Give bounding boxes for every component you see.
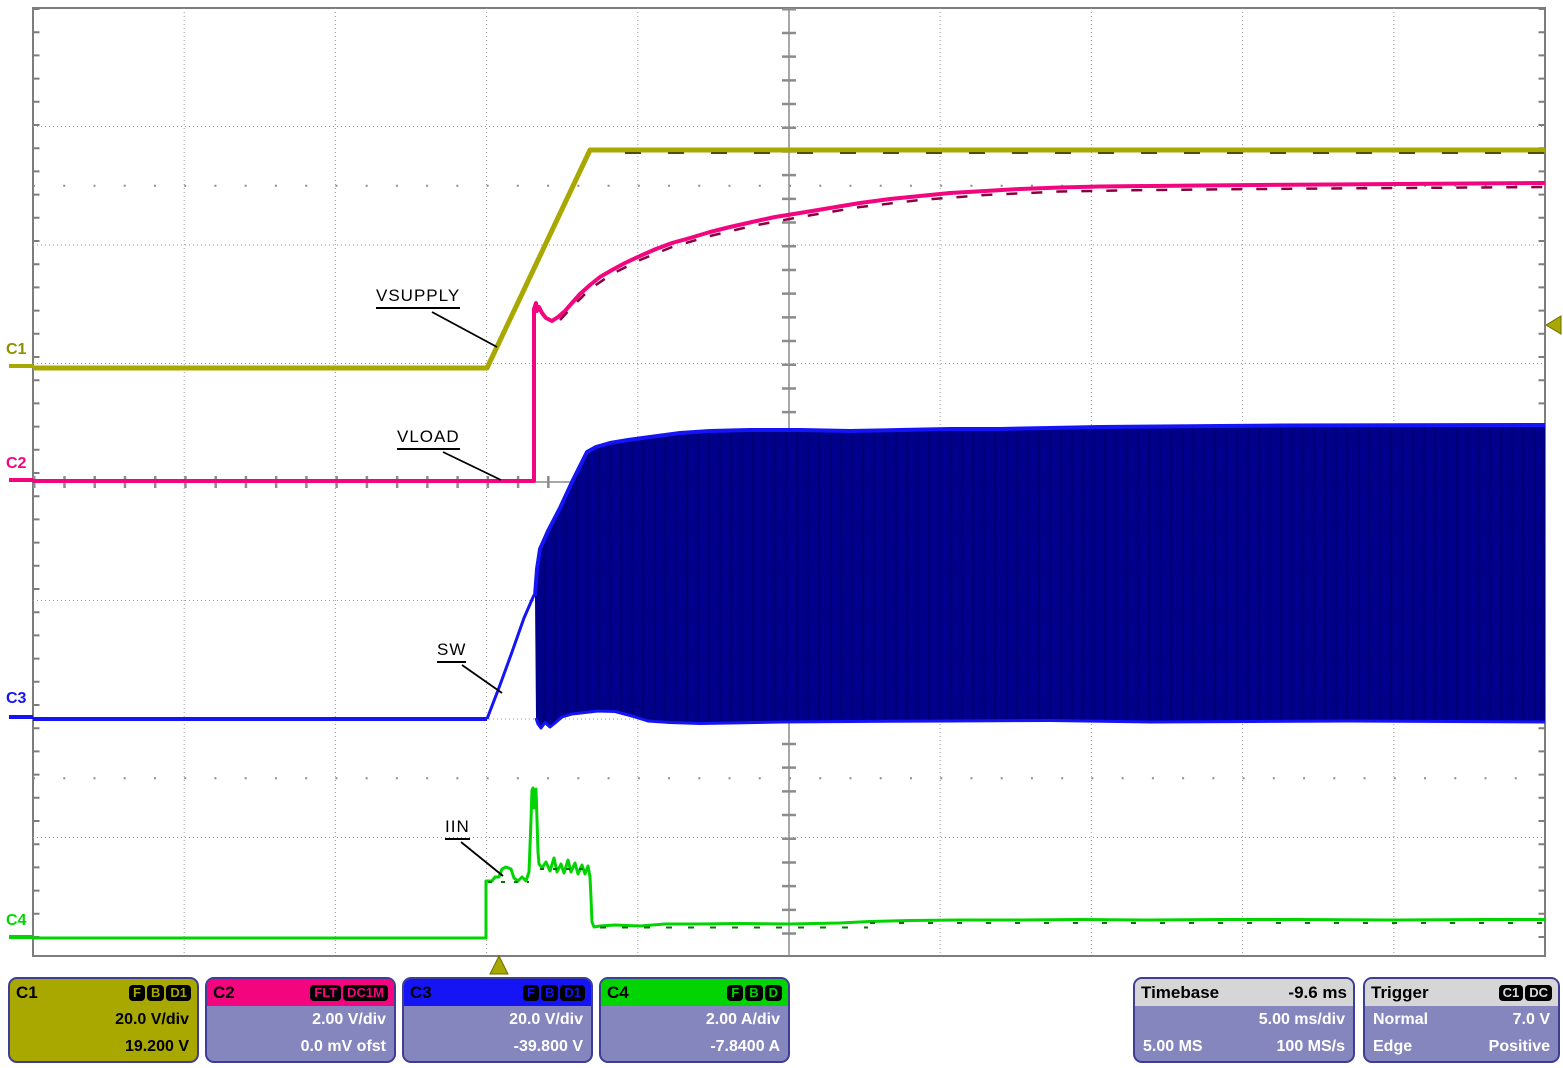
trigger-level-marker[interactable] [1546,316,1561,334]
c2-scale: 2.00 V/div [215,1006,386,1033]
trigger-header: Trigger C1 DC [1365,979,1558,1006]
channel-marker-c4[interactable]: C4 [6,913,26,929]
trigger-slope: Positive [1489,1033,1550,1060]
c3-badge-d1: D1 [560,985,585,1001]
c3-badge-f: F [523,985,539,1001]
channel-marker-c2[interactable]: C2 [6,456,26,472]
c1-badge-b: B [147,985,164,1001]
c4-offset: -7.8400 A [609,1033,780,1060]
c1-offset: 19.200 V [18,1033,189,1060]
channel-box-c3-header: C3 F B D1 [404,979,591,1006]
channel-marker-line-c1 [9,364,33,368]
trace-vload-noise [560,187,1545,320]
c4-badge-d: D [765,985,782,1001]
channel-box-c1[interactable]: C1 F B D1 20.0 V/div 19.200 V [8,977,199,1063]
trigger-level: 7.0 V [1513,1006,1550,1033]
trace-sw-band [535,425,1545,728]
c2-badge-dc1m: DC1M [343,985,388,1001]
annotation-iin: IIN [445,817,470,840]
channel-box-c4-header: C4 F B D [601,979,788,1006]
timebase-delay: -9.6 ms [1288,983,1347,1003]
channel-marker-c1[interactable]: C1 [6,342,26,358]
trigger-source-badge: C1 [1499,985,1524,1001]
timebase-rate: 100 MS/s [1277,1033,1345,1060]
trigger-kind: Edge [1373,1033,1412,1060]
trigger-coupling-badge: DC [1525,985,1552,1001]
timebase-samples: 5.00 MS [1143,1033,1203,1060]
trace-sw-rise [487,595,534,719]
channel-box-c4-label: C4 [607,983,629,1003]
c2-badge-flt: FLT [310,985,341,1001]
c2-offset: 0.0 mV ofst [215,1033,386,1060]
channel-box-c1-label: C1 [16,983,38,1003]
c4-scale: 2.00 A/div [609,1006,780,1033]
annotation-sw: SW [437,640,466,663]
channel-box-c3[interactable]: C3 F B D1 20.0 V/div -39.800 V [402,977,593,1063]
trigger-time-marker[interactable] [490,956,508,974]
c3-offset: -39.800 V [412,1033,583,1060]
trigger-box[interactable]: Trigger C1 DC Normal 7.0 V Edge Positive [1363,977,1560,1063]
channel-box-c1-header: C1 F B D1 [10,979,197,1006]
annotation-vload: VLOAD [397,427,460,450]
c1-badge-d1: D1 [166,985,191,1001]
annotation-vsupply: VSUPPLY [376,286,460,309]
c1-badge-f: F [129,985,145,1001]
waveform-display [0,0,1563,977]
channel-box-c2-header: C2 FLT DC1M [207,979,394,1006]
c1-scale: 20.0 V/div [18,1006,189,1033]
channel-marker-c3[interactable]: C3 [6,691,26,707]
c4-badge-f: F [727,985,743,1001]
annotation-pointers [432,312,503,876]
channel-box-c2-label: C2 [213,983,235,1003]
timebase-title: Timebase [1141,983,1219,1003]
oscilloscope-screen: { "channels": [ {"label":"C1","badges":[… [0,0,1563,1068]
timebase-box[interactable]: Timebase -9.6 ms 5.00 ms/div 5.00 MS 100… [1133,977,1355,1063]
trigger-mode: Normal [1373,1006,1428,1033]
c3-badge-b: B [541,985,558,1001]
c4-badge-b: B [745,985,762,1001]
channel-marker-line-c4 [9,935,33,939]
c3-scale: 20.0 V/div [412,1006,583,1033]
channel-marker-line-c2 [9,478,33,482]
timebase-header: Timebase -9.6 ms [1135,979,1353,1006]
trigger-title: Trigger [1371,983,1429,1003]
timebase-scale: 5.00 ms/div [1143,1006,1345,1033]
channel-marker-line-c3 [9,715,33,719]
channel-box-c2[interactable]: C2 FLT DC1M 2.00 V/div 0.0 mV ofst [205,977,396,1063]
channel-box-c3-label: C3 [410,983,432,1003]
channel-box-c4[interactable]: C4 F B D 2.00 A/div -7.8400 A [599,977,790,1063]
